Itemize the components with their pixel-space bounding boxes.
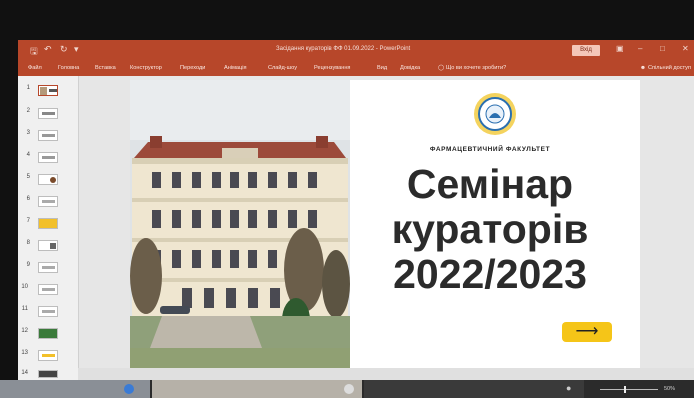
- thumb-number: 9: [26, 262, 30, 268]
- title-line-1: Семінар: [406, 161, 574, 207]
- thumb-number: 3: [26, 130, 30, 136]
- thumb-slide-6[interactable]: [38, 196, 58, 207]
- tab-slideshow[interactable]: Слайд-шоу: [268, 65, 297, 71]
- tab-home[interactable]: Головна: [58, 65, 79, 71]
- video-tile-3: [364, 380, 584, 398]
- customize-icon[interactable]: ▾: [74, 44, 79, 55]
- zoom-slider[interactable]: [600, 389, 658, 390]
- thumb-slide-5[interactable]: [38, 174, 58, 185]
- thumb-number: 7: [26, 218, 30, 224]
- thumb-number: 10: [21, 284, 28, 290]
- lightbulb-icon: ◯: [438, 65, 445, 71]
- thumb-slide-9[interactable]: [38, 262, 58, 273]
- video-strip: ● 50%: [0, 380, 694, 398]
- thumb-slide-12[interactable]: [38, 328, 58, 339]
- tell-me-input[interactable]: Що ви хочете зробити?: [446, 65, 506, 71]
- tab-design[interactable]: Конструктор: [130, 65, 162, 71]
- title-line-3: 2022/2023: [393, 251, 587, 297]
- login-button[interactable]: Вхід: [572, 45, 600, 56]
- thumb-number: 1: [26, 85, 30, 91]
- tab-view[interactable]: Вид: [377, 65, 387, 71]
- thumb-number: 14: [21, 370, 28, 376]
- thumb-number: 11: [21, 306, 28, 312]
- close-icon[interactable]: ✕: [682, 44, 689, 53]
- tab-transitions[interactable]: Переходи: [180, 65, 205, 71]
- thumb-slide-10[interactable]: [38, 284, 58, 295]
- notes-area[interactable]: [78, 368, 694, 380]
- thumb-number: 2: [26, 108, 30, 114]
- university-logo: [474, 93, 516, 135]
- slide-canvas[interactable]: ФАРМАЦЕВТИЧНИЙ ФАКУЛЬТЕТ Семінар куратор…: [130, 80, 640, 368]
- thumb-slide-3[interactable]: [38, 130, 58, 141]
- mic-icon[interactable]: ●: [566, 383, 571, 393]
- tab-file[interactable]: Файл: [28, 65, 42, 71]
- thumb-slide-11[interactable]: [38, 306, 58, 317]
- ribbon-display-icon[interactable]: ▣: [616, 44, 624, 53]
- thumb-slide-14[interactable]: [38, 370, 58, 378]
- thumb-number: 4: [26, 152, 30, 158]
- redo-icon[interactable]: ↻: [60, 44, 68, 55]
- thumb-number: 8: [26, 240, 30, 246]
- tab-insert[interactable]: Вставка: [95, 65, 116, 71]
- ribbon-tabs: Файл Головна Вставка Конструктор Переход…: [18, 60, 694, 76]
- document-title: Засідання кураторів ФФ 01.09.2022 - Powe…: [276, 46, 411, 52]
- title-line-2: кураторів: [391, 206, 589, 252]
- thumb-slide-4[interactable]: [38, 152, 58, 163]
- undo-icon[interactable]: ↶: [44, 44, 52, 55]
- thumb-number: 5: [26, 174, 30, 180]
- thumb-slide-13[interactable]: [38, 350, 58, 361]
- thumb-number: 13: [21, 350, 28, 356]
- camera-icon[interactable]: [124, 384, 134, 394]
- screen-top-area: [0, 0, 694, 40]
- thumb-slide-7[interactable]: [38, 218, 58, 229]
- thumb-number: 12: [21, 328, 28, 334]
- maximize-icon[interactable]: □: [660, 44, 665, 53]
- video-tile-2: [152, 380, 362, 398]
- tab-animations[interactable]: Анімація: [224, 65, 247, 71]
- tab-help[interactable]: Довідка: [400, 65, 420, 71]
- share-button[interactable]: Спільний доступ: [648, 65, 691, 71]
- title-bar: 🖫 ↶ ↻ ▾ Засідання кураторів ФФ 01.09.202…: [18, 40, 694, 60]
- faculty-label: ФАРМАЦЕВТИЧНИЙ ФАКУЛЬТЕТ: [429, 146, 551, 153]
- thumb-slide-1[interactable]: [38, 85, 58, 96]
- slide-thumbnail-pane[interactable]: 1 2 3 4 5 6 7 8 9 10 11 12 13 14: [18, 76, 79, 380]
- save-icon[interactable]: 🖫: [30, 44, 38, 60]
- thumb-slide-2[interactable]: [38, 108, 58, 119]
- thumb-slide-8[interactable]: [38, 240, 58, 251]
- slide-title: Семінар кураторів 2022/2023: [340, 162, 640, 297]
- arrow-right-icon: ⟶: [575, 323, 599, 340]
- building-photo: [130, 80, 350, 368]
- zoom-level[interactable]: 50%: [664, 386, 675, 392]
- mute-icon[interactable]: [344, 384, 354, 394]
- next-arrow-button[interactable]: ⟶: [562, 322, 612, 342]
- thumb-number: 6: [26, 196, 30, 202]
- tab-review[interactable]: Рецензування: [314, 65, 350, 71]
- minimize-icon[interactable]: –: [638, 44, 642, 53]
- zoom-slider-thumb[interactable]: [624, 386, 626, 393]
- share-icon: ☻: [640, 65, 646, 71]
